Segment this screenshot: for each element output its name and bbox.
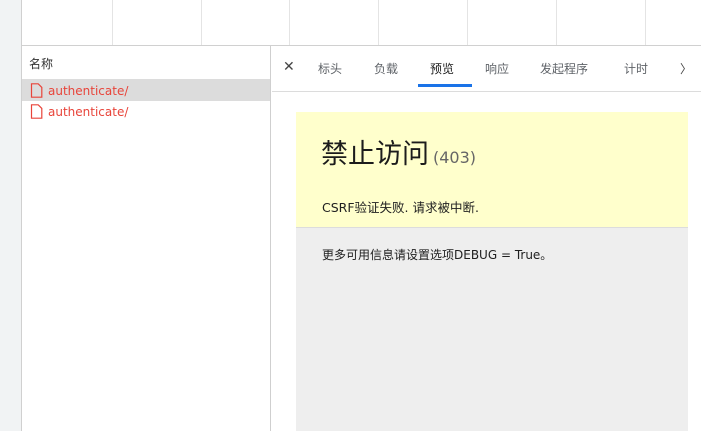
timeline-gridline (201, 0, 202, 45)
debug-info-text: 更多可用信息请设置选项DEBUG = True。 (322, 248, 553, 262)
active-tab-indicator (418, 84, 472, 87)
network-overview-timeline[interactable] (22, 0, 701, 46)
error-summary: 禁止访问 (403) CSRF验证失败. 请求被中断. (296, 112, 688, 228)
document-icon (30, 83, 43, 98)
tab-response[interactable]: 响应 (485, 60, 509, 77)
request-details-panel: ✕ 标头 负载 预览 响应 发起程序 计时 〉 禁止访问 (403) CSRF验证… (272, 46, 701, 431)
name-column-header[interactable]: 名称 (22, 46, 270, 80)
error-title: 禁止访问 (321, 139, 429, 170)
details-tabbar: ✕ 标头 负载 预览 响应 发起程序 计时 〉 (272, 46, 701, 92)
document-icon (30, 104, 43, 119)
tab-timing[interactable]: 计时 (624, 60, 648, 77)
tab-preview[interactable]: 预览 (430, 60, 454, 77)
request-name: authenticate/ (48, 83, 129, 98)
timeline-gridline (112, 0, 113, 45)
timeline-gridline (556, 0, 557, 45)
tabs-overflow-chevron-icon[interactable]: 〉 (680, 60, 692, 77)
request-row[interactable]: authenticate/ (22, 80, 270, 101)
response-preview: 禁止访问 (403) CSRF验证失败. 请求被中断. 更多可用信息请设置选项DE… (296, 112, 688, 431)
status-code: (403) (433, 148, 477, 167)
tab-payload[interactable]: 负载 (374, 60, 398, 77)
request-name: authenticate/ (48, 104, 129, 119)
request-row[interactable]: authenticate/ (22, 101, 270, 122)
tab-initiator[interactable]: 发起程序 (540, 60, 588, 77)
page-title: 禁止访问 (403) (321, 132, 476, 171)
left-gutter (0, 0, 22, 431)
close-icon[interactable]: ✕ (283, 59, 295, 75)
name-column-label: 名称 (29, 57, 54, 71)
timeline-gridline (289, 0, 290, 45)
timeline-gridline (378, 0, 379, 45)
tab-headers[interactable]: 标头 (318, 60, 342, 77)
request-list: 名称 authenticate/ authenticate/ (22, 46, 271, 431)
error-reason: CSRF验证失败. 请求被中断. (322, 200, 479, 215)
timeline-gridline (645, 0, 646, 45)
timeline-gridline (467, 0, 468, 45)
